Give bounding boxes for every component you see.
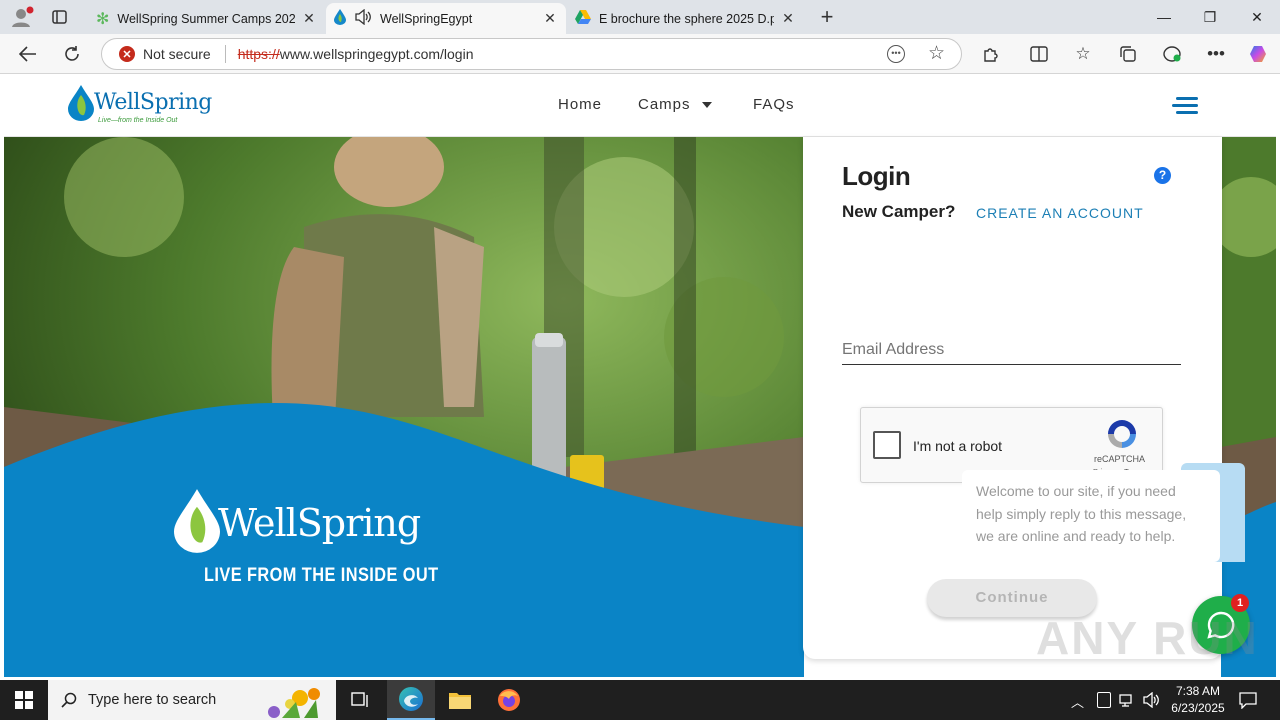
logo-text: WellSpring	[94, 90, 212, 115]
nav-camps-link[interactable]: Camps	[638, 96, 712, 113]
nav-camps-label: Camps	[638, 96, 691, 113]
collections-icon[interactable]	[1113, 40, 1143, 68]
extensions-icon[interactable]	[976, 40, 1006, 68]
search-highlight-flowers-icon	[268, 688, 320, 718]
logo-tagline: Live—from the Inside Out	[98, 117, 178, 124]
wellspring-drop-icon	[334, 9, 346, 28]
nav-faqs-link[interactable]: FAQs	[753, 96, 795, 113]
url-text: www.wellspringegypt.com/login	[279, 46, 474, 62]
taskbar-edge-icon[interactable]	[387, 680, 435, 720]
tab-actions-icon[interactable]	[50, 8, 70, 26]
tab-title: WellSpringEgypt	[380, 11, 473, 26]
site-header: WellSpring Live—from the Inside Out Home…	[4, 75, 1276, 137]
wellspring-logo-drop-icon	[68, 85, 94, 121]
browser-tab-bar: ✻ WellSpring Summer Camps 2025 ✕ WellSpr…	[0, 0, 1280, 34]
restore-icon[interactable]: ❐	[1187, 0, 1233, 34]
new-tab-button[interactable]: +	[814, 4, 840, 30]
address-bar[interactable]: ✕ Not secure https:// www.wellspringegyp…	[101, 38, 962, 70]
webpage: WellSpring Live—from the Inside Out Home…	[4, 75, 1276, 677]
close-tab-icon[interactable]: ✕	[542, 10, 558, 27]
site-logo[interactable]: WellSpring Live—from the Inside Out	[66, 83, 212, 129]
nav-home-link[interactable]: Home	[558, 96, 602, 113]
hamburger-menu-icon[interactable]	[1172, 97, 1200, 115]
split-screen-icon[interactable]	[1024, 40, 1054, 68]
close-window-icon[interactable]: ✕	[1234, 0, 1280, 34]
reload-icon[interactable]	[57, 40, 87, 68]
close-tab-icon[interactable]: ✕	[301, 10, 317, 27]
notifications-icon[interactable]	[1239, 691, 1257, 714]
file-explorer-icon[interactable]	[436, 680, 484, 720]
url-scheme: https://	[237, 46, 280, 62]
help-icon[interactable]: ?	[1154, 167, 1171, 184]
hero-banner: WellSpring LIVE FROM THE INSIDE OUT	[4, 137, 804, 677]
recaptcha-brand: reCAPTCHA	[1094, 454, 1146, 464]
tray-volume-icon[interactable]	[1142, 691, 1160, 713]
reading-mode-icon[interactable]: •••	[887, 45, 905, 63]
anyrun-watermark: ANY RUN	[1036, 612, 1259, 664]
taskbar-search-box[interactable]: Type here to search	[48, 680, 336, 720]
tab-wellspring-summer-camps[interactable]: ✻ WellSpring Summer Camps 2025 ✕	[88, 3, 325, 34]
wellspring-leaf-icon: ✻	[96, 10, 110, 28]
taskbar-search-placeholder: Type here to search	[88, 692, 217, 708]
windows-taskbar: Type here to search ︿ 7:38 AM 6/23/2025	[0, 680, 1280, 720]
settings-more-icon[interactable]: •••	[1201, 40, 1231, 68]
task-view-icon[interactable]	[336, 680, 384, 720]
search-icon	[61, 692, 77, 708]
tray-chevron-up-icon[interactable]: ︿	[1071, 692, 1084, 711]
recaptcha-checkbox[interactable]	[873, 431, 901, 459]
hero-slogan: LIVE FROM THE INSIDE OUT	[204, 565, 439, 586]
new-camper-text: New Camper?	[842, 202, 956, 221]
browser-essentials-icon[interactable]	[1157, 40, 1187, 68]
google-drive-icon	[575, 10, 591, 27]
favorite-star-icon[interactable]: ☆	[928, 42, 945, 65]
email-field[interactable]	[842, 335, 1181, 365]
back-arrow-icon[interactable]	[13, 40, 43, 68]
tray-network-icon[interactable]	[1119, 692, 1135, 713]
tab-wellspringegypt[interactable]: WellSpringEgypt ✕	[326, 3, 566, 34]
hero-forest-image	[4, 137, 804, 677]
create-account-link[interactable]: CREATE AN ACCOUNT	[976, 205, 1144, 221]
tab-title: E brochure the sphere 2025 D.pdf	[599, 11, 774, 26]
minimize-icon[interactable]: —	[1141, 0, 1187, 34]
not-secure-icon: ✕	[119, 46, 135, 62]
chat-message-bubble[interactable]: Welcome to our site, if you need help si…	[962, 470, 1220, 562]
hero-brand-text: WellSpring	[218, 501, 421, 545]
firefox-icon[interactable]	[485, 680, 533, 720]
recaptcha-label: I'm not a robot	[913, 438, 1003, 454]
tray-device-icon[interactable]	[1097, 692, 1111, 708]
windows-start-icon[interactable]	[0, 680, 48, 720]
browser-toolbar: ✕ Not secure https:// www.wellspringegyp…	[0, 34, 1280, 74]
security-label[interactable]: Not secure	[143, 46, 211, 62]
chat-unread-badge: 1	[1231, 594, 1249, 612]
copilot-icon[interactable]	[1243, 40, 1273, 68]
chat-message-text: Welcome to our site, if you need help si…	[976, 483, 1187, 544]
hero-right-strip	[1211, 137, 1276, 677]
speaker-icon[interactable]	[354, 8, 372, 28]
taskbar-date[interactable]: 6/23/2025	[1164, 701, 1232, 715]
close-tab-icon[interactable]: ✕	[780, 10, 796, 27]
favorites-icon[interactable]: ☆	[1068, 40, 1098, 68]
caret-down-icon	[701, 102, 712, 109]
hero-logo-drop-icon	[174, 489, 220, 553]
continue-label: Continue	[975, 589, 1049, 606]
login-card: Login ? New Camper? CREATE AN ACCOUNT I'…	[803, 137, 1222, 659]
login-title: Login	[842, 161, 911, 191]
tab-title: WellSpring Summer Camps 2025	[117, 11, 295, 26]
recaptcha-logo-icon	[1108, 420, 1136, 448]
taskbar-time[interactable]: 7:38 AM	[1172, 684, 1224, 698]
profile-avatar[interactable]	[10, 6, 34, 28]
tab-e-brochure[interactable]: E brochure the sphere 2025 D.pdf ✕	[567, 3, 804, 34]
